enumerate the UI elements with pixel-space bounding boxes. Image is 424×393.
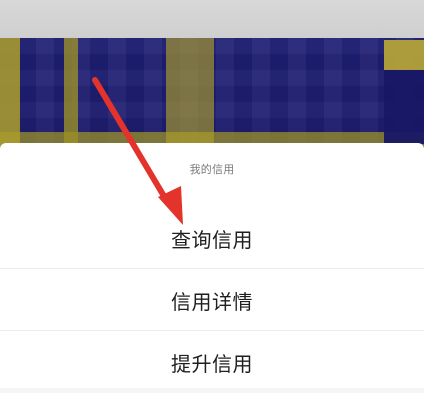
action-sheet-title: 我的信用: [189, 163, 235, 176]
action-sheet: 我的信用 查询信用 信用详情 提升信用: [0, 143, 424, 388]
menu-item-improve-credit[interactable]: 提升信用: [0, 331, 424, 393]
blurred-background-image: [0, 0, 424, 150]
menu-item-credit-details[interactable]: 信用详情: [0, 269, 424, 331]
pixelated-edge: [384, 40, 424, 144]
pixelated-content: [0, 38, 424, 150]
menu-item-check-credit[interactable]: 查询信用: [0, 207, 424, 269]
